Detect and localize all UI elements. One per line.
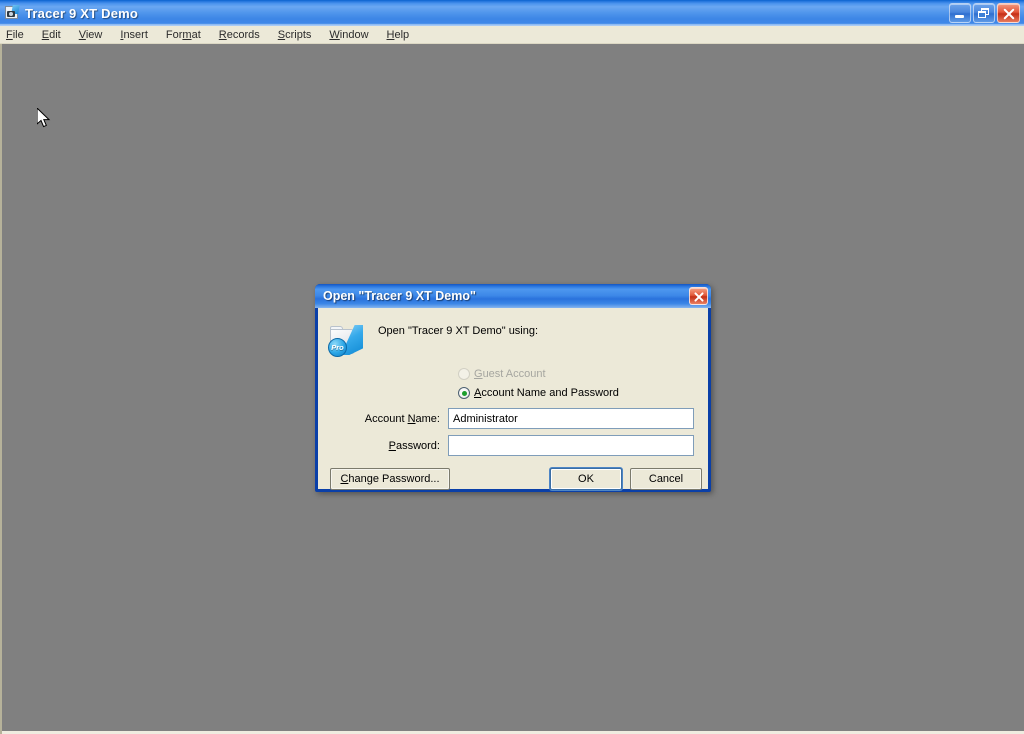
password-label: Password: (388, 439, 440, 452)
dialog-prompt: Open "Tracer 9 XT Demo" using: (378, 325, 539, 337)
close-icon[interactable] (997, 3, 1020, 23)
account-name-row: Account Name: (318, 408, 708, 429)
menu-item-records[interactable]: Records (219, 28, 269, 42)
menu-item-scripts[interactable]: Scripts (278, 28, 321, 42)
application-client-area: Open "Tracer 9 XT Demo" Pro Open "Tracer… (0, 44, 1024, 734)
radio-guest-account: Guest Account (458, 368, 546, 380)
dialog-title: Open "Tracer 9 XT Demo" (323, 289, 476, 303)
menu-item-help[interactable]: Help (387, 28, 419, 42)
menu-item-format[interactable]: Format (166, 28, 210, 42)
open-database-dialog: Open "Tracer 9 XT Demo" Pro Open "Tracer… (315, 284, 711, 492)
window-title-bar[interactable]: Tracer 9 XT Demo (0, 0, 1024, 26)
account-name-field[interactable] (448, 408, 694, 429)
restore-button[interactable] (973, 3, 995, 23)
cancel-button[interactable]: Cancel (630, 468, 702, 490)
menu-item-view[interactable]: View (79, 28, 112, 42)
radio-guest-account-mark (458, 368, 470, 380)
radio-account-name-and-password-mark[interactable] (458, 387, 470, 399)
window-title: Tracer 9 XT Demo (25, 5, 139, 21)
ok-button[interactable]: OK (550, 468, 622, 490)
menu-item-edit[interactable]: Edit (42, 28, 70, 42)
change-password-button[interactable]: Change Password... (330, 468, 450, 490)
mouse-cursor (37, 108, 51, 128)
filemaker-app-icon (4, 5, 20, 21)
dialog-close-icon[interactable] (689, 287, 708, 305)
radio-account-name-and-password[interactable]: Account Name and Password (458, 387, 619, 399)
dialog-title-bar[interactable]: Open "Tracer 9 XT Demo" (315, 284, 711, 308)
password-row: Password: (318, 435, 708, 456)
radio-account-name-and-password-label: Account Name and Password (474, 387, 619, 399)
account-name-label: Account Name: (364, 412, 440, 425)
dialog-body: Pro Open "Tracer 9 XT Demo" using: Guest… (318, 308, 708, 490)
application-window: Tracer 9 XT Demo File Edit View Insert F… (0, 0, 1024, 734)
window-controls (949, 3, 1020, 23)
minimize-button[interactable] (949, 3, 971, 23)
menu-bar: File Edit View Insert Format Records Scr… (0, 26, 1024, 44)
menu-item-window[interactable]: Window (329, 28, 377, 42)
menu-item-file[interactable]: File (6, 28, 33, 42)
password-field[interactable] (448, 435, 694, 456)
radio-guest-account-label: Guest Account (474, 368, 546, 380)
pro-badge: Pro (328, 338, 347, 357)
menu-item-insert[interactable]: Insert (120, 28, 157, 42)
filemaker-pro-folder-icon: Pro (328, 321, 368, 359)
